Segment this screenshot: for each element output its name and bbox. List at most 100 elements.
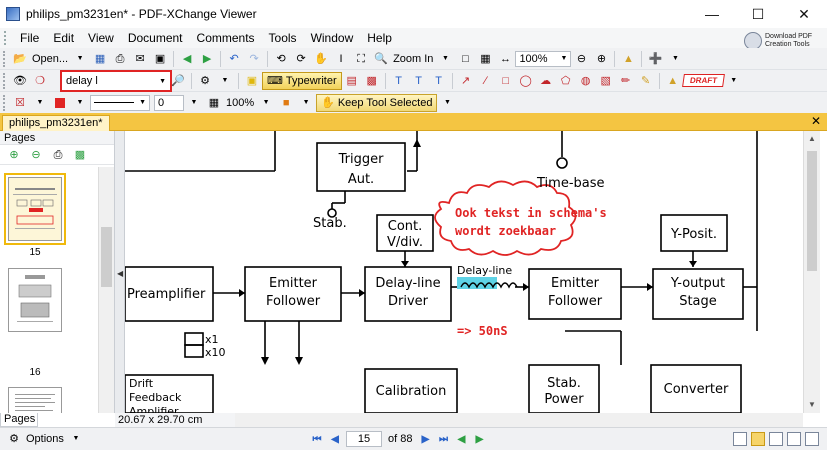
keep-tool-selected-button[interactable]: ✋ Keep Tool Selected xyxy=(316,93,438,112)
opacity-dropdown-icon[interactable]: ▼ xyxy=(258,95,274,111)
save-icon[interactable]: ▦ xyxy=(92,51,108,67)
scroll-up-icon[interactable]: ▲ xyxy=(804,131,820,147)
line-width-combo[interactable]: 0 xyxy=(154,94,184,111)
zoom-combo[interactable]: 100% ▼ xyxy=(515,50,572,67)
redo-icon[interactable]: ↷ xyxy=(246,51,262,67)
cloud-tool-icon[interactable]: ☁ xyxy=(538,73,554,89)
scrollbar-thumb[interactable] xyxy=(807,151,817,271)
document-vertical-scrollbar[interactable]: ▲ ▼ xyxy=(803,131,820,413)
zoom-icon[interactable]: 🔍 xyxy=(373,51,389,67)
stamp-tool-icon[interactable]: ▲ xyxy=(665,73,681,89)
forward-icon[interactable]: ▶ xyxy=(199,51,215,67)
fit-width-icon[interactable]: ↔ xyxy=(497,51,513,67)
page-thumbnail-16[interactable] xyxy=(8,268,62,332)
properties-dropdown-icon[interactable]: ▼ xyxy=(298,95,314,111)
open-button[interactable]: Open... xyxy=(32,53,68,65)
no-fill-icon[interactable]: ☒ xyxy=(12,95,28,111)
menu-file[interactable]: File xyxy=(13,28,46,48)
menu-comments[interactable]: Comments xyxy=(190,28,262,48)
back-icon[interactable]: ◀ xyxy=(179,51,195,67)
menu-document[interactable]: Document xyxy=(121,28,190,48)
text-box-icon[interactable]: ▩ xyxy=(364,73,380,89)
go-forward-icon[interactable]: ▶ xyxy=(472,432,486,446)
previous-page-icon[interactable]: ◀ xyxy=(328,432,342,446)
page-thumbnail-17[interactable] xyxy=(8,387,62,413)
document-tab[interactable]: philips_pm3231en* xyxy=(2,115,110,131)
zoom-in-thumbnail-icon[interactable]: ⊕ xyxy=(6,147,22,163)
go-back-icon[interactable]: ◀ xyxy=(454,432,468,446)
next-page-icon[interactable]: ▶ xyxy=(418,432,432,446)
panel-splitter[interactable]: ◀ xyxy=(115,131,125,413)
first-page-icon[interactable]: ⏮ xyxy=(310,432,324,446)
search-input[interactable] xyxy=(66,75,146,87)
eraser-icon[interactable]: ✎ xyxy=(638,73,654,89)
zoom-plus-icon[interactable]: ⊕ xyxy=(593,51,609,67)
menu-tools[interactable]: Tools xyxy=(262,28,304,48)
stroke-dropdown-icon[interactable]: ▼ xyxy=(72,95,88,111)
zoom-in-button[interactable]: Zoom In xyxy=(393,53,433,65)
page-options-icon[interactable]: ▩ xyxy=(72,147,88,163)
properties-icon[interactable]: ■ xyxy=(278,95,294,111)
snapshot-icon[interactable]: ⛶ xyxy=(353,51,369,67)
opacity-value[interactable]: 100% xyxy=(226,97,254,109)
distance-tool-icon[interactable]: ▧ xyxy=(598,73,614,89)
split-view-icon[interactable] xyxy=(805,432,819,446)
menu-view[interactable]: View xyxy=(81,28,121,48)
minimize-button[interactable]: — xyxy=(689,0,735,28)
facing-pages-icon[interactable] xyxy=(769,432,783,446)
undo-icon[interactable]: ↶ xyxy=(226,51,242,67)
stamp-dropdown-icon[interactable]: ▼ xyxy=(726,73,742,89)
add-dropdown-icon[interactable]: ▼ xyxy=(667,51,683,67)
document-horizontal-scrollbar[interactable] xyxy=(235,413,803,427)
last-page-icon[interactable]: ⏭ xyxy=(436,432,450,446)
print-pages-icon[interactable]: ⎙ xyxy=(50,147,66,163)
binoculars-icon[interactable]: 👁 xyxy=(12,73,28,89)
opacity-icon[interactable]: ▦ xyxy=(206,95,222,111)
search-field[interactable]: ▼ xyxy=(60,70,172,92)
line-width-dropdown-icon[interactable]: ▼ xyxy=(186,95,202,111)
email-icon[interactable]: ✉ xyxy=(132,51,148,67)
highlight-text-icon[interactable]: T xyxy=(391,73,407,89)
zoom-out-thumbnail-icon[interactable]: ⊖ xyxy=(28,147,44,163)
close-button[interactable]: ✕ xyxy=(781,0,827,28)
tools-dropdown-icon[interactable]: ▼ xyxy=(217,73,233,89)
arrow-tool-icon[interactable]: ↗ xyxy=(458,73,474,89)
line-style-combo[interactable]: ▼ xyxy=(90,94,150,111)
draft-stamp[interactable]: DRAFT xyxy=(681,74,725,87)
collapse-arrow-icon[interactable]: ◀ xyxy=(117,269,123,278)
search-dropdown-icon[interactable]: ▼ xyxy=(159,78,166,85)
actual-size-icon[interactable]: □ xyxy=(457,51,473,67)
zoom-out-icon[interactable]: ⊖ xyxy=(573,51,589,67)
callout-icon[interactable]: ▤ xyxy=(344,73,360,89)
rectangle-tool-icon[interactable]: □ xyxy=(498,73,514,89)
print-icon[interactable]: ⎙ xyxy=(112,51,128,67)
polygon-tool-icon[interactable]: ⬠ xyxy=(558,73,574,89)
menu-help[interactable]: Help xyxy=(360,28,399,48)
select-text-icon[interactable]: I xyxy=(333,51,349,67)
scroll-down-icon[interactable]: ▼ xyxy=(804,397,820,413)
oval-tool-icon[interactable]: ◯ xyxy=(518,73,534,89)
page-thumbnail-15[interactable] xyxy=(4,173,66,245)
fill-dropdown-icon[interactable]: ▼ xyxy=(32,95,48,111)
rotate-right-icon[interactable]: ⟳ xyxy=(293,51,309,67)
search-go-icon[interactable]: 🔎 xyxy=(170,73,186,89)
stroke-color-icon[interactable] xyxy=(52,95,68,111)
scrollbar-thumb[interactable] xyxy=(101,227,112,287)
dropdown-arrow-icon[interactable]: ▼ xyxy=(72,51,88,67)
close-document-icon[interactable]: ✕ xyxy=(811,114,821,128)
maximize-button[interactable]: ☐ xyxy=(735,0,781,28)
tools-icon[interactable]: ⚙ xyxy=(197,73,213,89)
typewriter-button[interactable]: ⌨ Typewriter xyxy=(262,71,342,90)
thumbnail-scrollbar[interactable] xyxy=(98,167,114,413)
menu-window[interactable]: Window xyxy=(304,28,361,48)
add-icon[interactable]: ➕ xyxy=(647,51,663,67)
underline-icon[interactable]: T xyxy=(431,73,447,89)
options-button[interactable]: Options xyxy=(26,433,64,445)
scan-icon[interactable]: ▣ xyxy=(152,51,168,67)
sticky-note-icon[interactable]: ▣ xyxy=(244,73,260,89)
options-dropdown-icon[interactable]: ▼ xyxy=(68,431,84,447)
pages-side-tab[interactable]: Pages xyxy=(0,413,38,427)
find-options-icon[interactable]: ❍ xyxy=(32,73,48,89)
hand-tool-icon[interactable]: ✋ xyxy=(313,51,329,67)
stamp-icon[interactable]: ▲ xyxy=(620,51,636,67)
